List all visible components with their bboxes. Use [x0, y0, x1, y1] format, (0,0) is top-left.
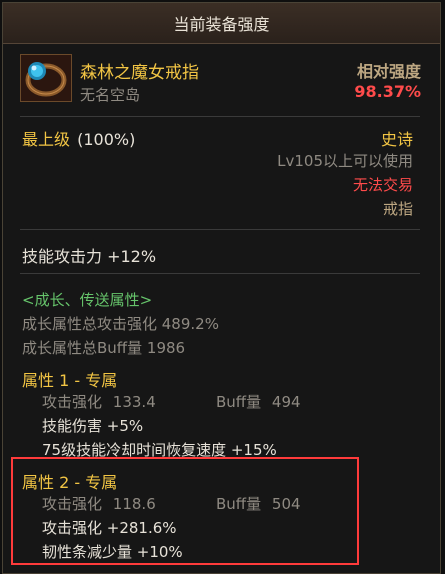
- divider: [20, 229, 420, 230]
- ring-icon: [20, 54, 72, 102]
- item-name: 森林之魔女戒指: [80, 63, 199, 83]
- attr1-buff-label: Buff量: [216, 393, 262, 411]
- grade-name: 最上级: [22, 130, 71, 149]
- attr2-title: 属性 2 - 专属: [22, 473, 118, 492]
- item-type: 戒指: [382, 200, 413, 218]
- skill-attack-stat: 技能攻击力 +12%: [22, 247, 157, 266]
- attr1-buff-value: 494: [271, 393, 301, 411]
- attr1-effect-1: 技能伤害 +5%: [42, 417, 144, 435]
- attr2-attack-value: 118.6: [112, 495, 156, 513]
- attr1-title: 属性 1 - 专属: [22, 371, 118, 390]
- divider: [20, 116, 420, 117]
- divider: [20, 273, 420, 274]
- attr2-buff-label: Buff量: [216, 495, 262, 513]
- item-source: 无名空岛: [80, 86, 141, 104]
- attr2-effect-2: 韧性条减少量 +10%: [42, 543, 183, 561]
- relative-strength-label: 相对强度: [356, 62, 421, 81]
- rarity: 史诗: [380, 130, 413, 149]
- trade-status: 无法交易: [352, 176, 413, 194]
- grade-label: 最上级 (100%): [22, 126, 135, 150]
- growth-header: <成长、传送属性>: [22, 291, 153, 309]
- level-requirement: Lv105以上可以使用: [277, 152, 413, 170]
- attr2-effect-1: 攻击强化 +281.6%: [42, 519, 177, 537]
- panel-title: 当前装备强度: [3, 3, 440, 44]
- growth-total-attack: 成长属性总攻击强化 489.2%: [22, 315, 219, 333]
- attr1-buff: Buff量 494: [216, 391, 301, 412]
- attr2-buff: Buff量 504: [216, 493, 301, 514]
- relative-strength-value: 98.37%: [354, 82, 421, 101]
- growth-total-buff: 成长属性总Buff量 1986: [22, 339, 186, 357]
- attr2-buff-value: 504: [271, 495, 301, 513]
- grade-percent: (100%): [77, 130, 136, 149]
- attr1-attack-value: 133.4: [112, 393, 156, 411]
- attr1-attack: 攻击强化 133.4: [42, 391, 156, 412]
- attr2-attack-label: 攻击强化: [42, 495, 103, 513]
- attr1-attack-label: 攻击强化: [42, 393, 103, 411]
- attr2-attack: 攻击强化 118.6: [42, 493, 156, 514]
